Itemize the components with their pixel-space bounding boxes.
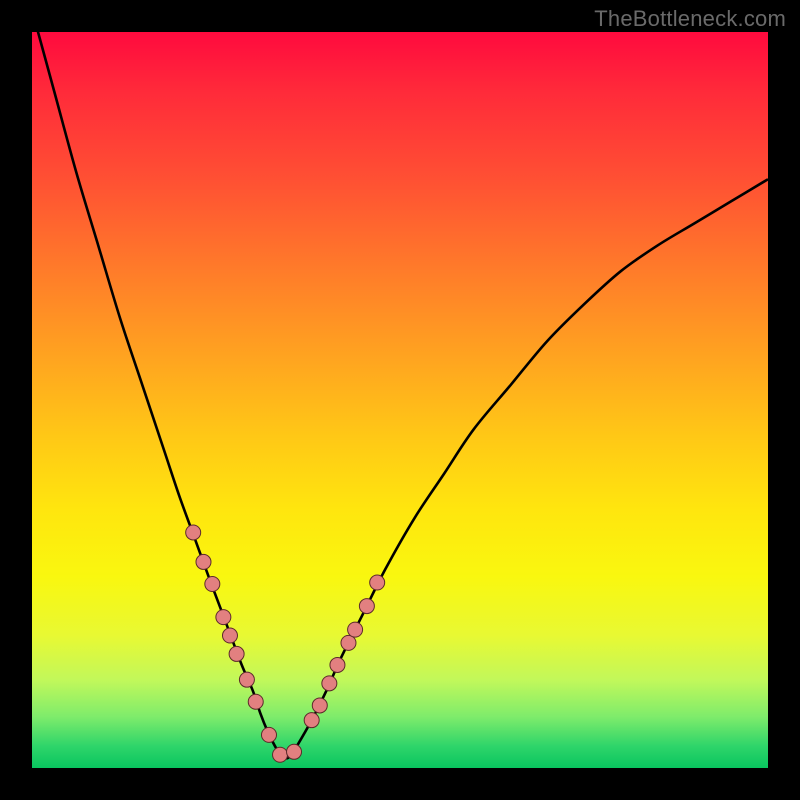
highlight-dot <box>205 577 220 592</box>
bottleneck-curve <box>32 32 768 758</box>
highlight-dot <box>341 635 356 650</box>
highlight-dot <box>322 676 337 691</box>
highlight-dot <box>239 672 254 687</box>
highlight-dot <box>304 713 319 728</box>
highlight-dot <box>287 744 302 759</box>
highlight-dot <box>312 698 327 713</box>
highlight-dot <box>348 622 363 637</box>
chart-frame: TheBottleneck.com <box>0 0 800 800</box>
highlight-dot <box>222 628 237 643</box>
highlight-dot <box>248 694 263 709</box>
highlight-dot <box>370 575 385 590</box>
highlight-dot <box>330 657 345 672</box>
highlight-dot <box>196 554 211 569</box>
highlight-dot <box>359 599 374 614</box>
highlight-dot <box>273 747 288 762</box>
highlight-dot <box>229 646 244 661</box>
watermark-text: TheBottleneck.com <box>594 6 786 32</box>
highlight-dot <box>261 727 276 742</box>
highlight-dot <box>186 525 201 540</box>
plot-area <box>32 32 768 768</box>
highlight-dot <box>216 610 231 625</box>
curve-svg <box>32 32 768 768</box>
highlight-dots <box>186 525 385 762</box>
